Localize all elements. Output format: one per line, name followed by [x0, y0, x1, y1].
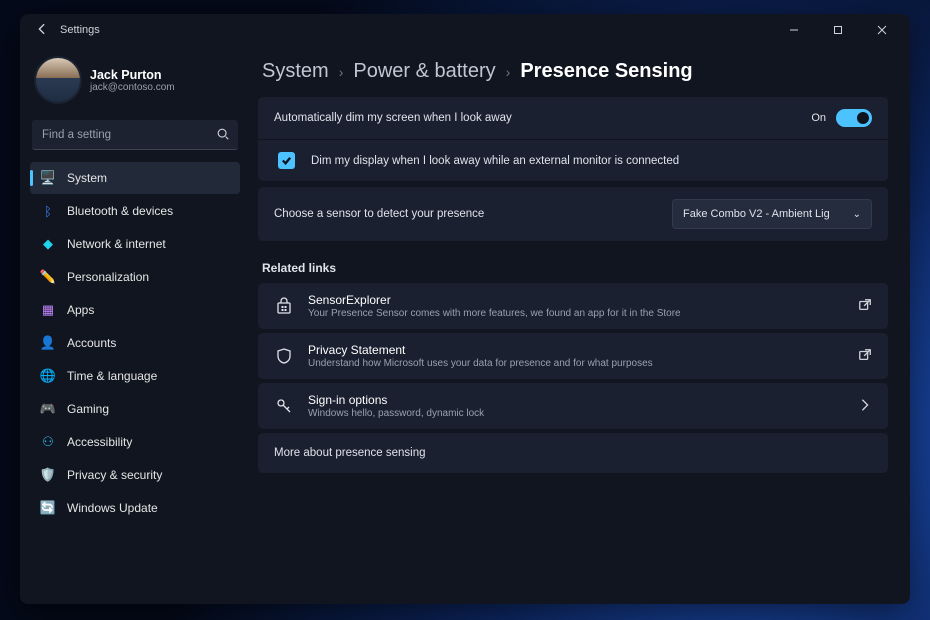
- close-button[interactable]: [860, 14, 904, 46]
- breadcrumb: System › Power & battery › Presence Sens…: [258, 54, 888, 97]
- open-icon: [858, 298, 872, 315]
- sidebar-item-bluetooth-devices[interactable]: ᛒ Bluetooth & devices: [30, 195, 240, 227]
- nav-list: 🖥️ System ᛒ Bluetooth & devices ◆ Network & i…: [30, 162, 240, 524]
- dim-settings-card: Automatically dim my screen when I look …: [258, 97, 888, 181]
- minimize-button[interactable]: [772, 14, 816, 46]
- chevron-right-icon: ›: [339, 64, 344, 80]
- related-link-sign-in-options[interactable]: Sign-in optionsWindows hello, password, …: [258, 383, 888, 429]
- back-button[interactable]: [32, 22, 52, 39]
- chevron-down-icon: ⌄: [853, 209, 861, 220]
- sidebar-item-personalization[interactable]: ✏️ Personalization: [30, 261, 240, 293]
- dim-toggle-row: Automatically dim my screen when I look …: [258, 97, 888, 139]
- open-icon: [858, 348, 872, 365]
- search-icon: [216, 127, 230, 144]
- link-subtitle: Your Presence Sensor comes with more fea…: [308, 308, 844, 319]
- sidebar-item-label: Time & language: [67, 369, 157, 383]
- key-icon: [274, 396, 294, 416]
- sidebar-item-label: Bluetooth & devices: [67, 204, 173, 218]
- dim-external-row: Dim my display when I look away while an…: [258, 139, 888, 181]
- nav-icon: 🌐: [40, 368, 56, 384]
- sidebar-item-label: Network & internet: [67, 237, 166, 251]
- sidebar-item-time-language[interactable]: 🌐 Time & language: [30, 360, 240, 392]
- profile[interactable]: Jack Purton jack@contoso.com: [30, 50, 240, 116]
- link-body: Privacy StatementUnderstand how Microsof…: [308, 343, 844, 369]
- sensor-dropdown[interactable]: Fake Combo V2 - Ambient Lig ⌄: [672, 199, 872, 229]
- user-email: jack@contoso.com: [90, 82, 175, 93]
- related-links-header: Related links: [258, 247, 888, 283]
- shield-icon: [274, 346, 294, 366]
- main-content: System › Power & battery › Presence Sens…: [250, 46, 910, 604]
- more-about-label: More about presence sensing: [274, 447, 426, 459]
- search-input[interactable]: [32, 120, 238, 150]
- settings-window: Settings Jack Purton jack@contoso.com: [20, 14, 910, 604]
- dim-toggle-label: Automatically dim my screen when I look …: [274, 112, 811, 124]
- sidebar-item-label: Gaming: [67, 402, 109, 416]
- dim-external-checkbox[interactable]: [278, 152, 295, 169]
- dim-toggle-state: On: [811, 112, 826, 124]
- sidebar-item-accounts[interactable]: 👤 Accounts: [30, 327, 240, 359]
- sidebar-item-label: Accessibility: [67, 435, 132, 449]
- nav-icon: ᛒ: [40, 203, 56, 219]
- sidebar-item-label: Personalization: [67, 270, 149, 284]
- user-name: Jack Purton: [90, 68, 175, 82]
- related-link-sensorexplorer[interactable]: SensorExplorerYour Presence Sensor comes…: [258, 283, 888, 329]
- nav-icon: ⚇: [40, 434, 56, 450]
- nav-icon: 🖥️: [40, 170, 56, 186]
- sidebar-item-label: Privacy & security: [67, 468, 162, 482]
- nav-icon: ✏️: [40, 269, 56, 285]
- crumb-system[interactable]: System: [262, 60, 329, 83]
- sensor-row: Choose a sensor to detect your presence …: [258, 187, 888, 241]
- sensor-card: Choose a sensor to detect your presence …: [258, 187, 888, 241]
- sidebar-item-accessibility[interactable]: ⚇ Accessibility: [30, 426, 240, 458]
- store-icon: [274, 296, 294, 316]
- link-title: SensorExplorer: [308, 293, 844, 307]
- sidebar-item-label: System: [67, 171, 107, 185]
- sidebar-item-label: Apps: [67, 303, 94, 317]
- nav-icon: 🎮: [40, 401, 56, 417]
- sensor-label: Choose a sensor to detect your presence: [274, 208, 672, 220]
- link-title: Sign-in options: [308, 393, 844, 407]
- titlebar: Settings: [20, 14, 910, 46]
- chevron-right-icon: ›: [506, 64, 511, 80]
- crumb-current: Presence Sensing: [520, 60, 692, 83]
- nav-icon: 🛡️: [40, 467, 56, 483]
- nav-icon: ▦: [40, 302, 56, 318]
- sensor-dropdown-value: Fake Combo V2 - Ambient Lig: [683, 208, 830, 220]
- chevron-right-icon: [858, 398, 872, 415]
- link-subtitle: Windows hello, password, dynamic lock: [308, 408, 844, 419]
- sidebar-item-gaming[interactable]: 🎮 Gaming: [30, 393, 240, 425]
- sidebar-item-system[interactable]: 🖥️ System: [30, 162, 240, 194]
- dim-external-label: Dim my display when I look away while an…: [311, 155, 872, 167]
- nav-icon: ◆: [40, 236, 56, 252]
- sidebar: Jack Purton jack@contoso.com 🖥️ System ᛒ Bl…: [20, 46, 250, 604]
- sidebar-item-network-internet[interactable]: ◆ Network & internet: [30, 228, 240, 260]
- nav-icon: 👤: [40, 335, 56, 351]
- sidebar-item-label: Windows Update: [67, 501, 158, 515]
- link-title: Privacy Statement: [308, 343, 844, 357]
- more-about-link[interactable]: More about presence sensing: [258, 433, 888, 473]
- link-subtitle: Understand how Microsoft uses your data …: [308, 358, 844, 369]
- crumb-power[interactable]: Power & battery: [353, 60, 495, 83]
- window-controls: [772, 14, 904, 46]
- sidebar-item-privacy-security[interactable]: 🛡️ Privacy & security: [30, 459, 240, 491]
- link-body: Sign-in optionsWindows hello, password, …: [308, 393, 844, 419]
- sidebar-item-label: Accounts: [67, 336, 116, 350]
- search-box: [32, 120, 238, 150]
- sidebar-item-apps[interactable]: ▦ Apps: [30, 294, 240, 326]
- app-title: Settings: [60, 24, 772, 36]
- nav-icon: 🔄: [40, 500, 56, 516]
- dim-toggle-switch[interactable]: [836, 109, 872, 127]
- maximize-button[interactable]: [816, 14, 860, 46]
- avatar: [36, 58, 80, 102]
- link-body: SensorExplorerYour Presence Sensor comes…: [308, 293, 844, 319]
- sidebar-item-windows-update[interactable]: 🔄 Windows Update: [30, 492, 240, 524]
- related-link-privacy-statement[interactable]: Privacy StatementUnderstand how Microsof…: [258, 333, 888, 379]
